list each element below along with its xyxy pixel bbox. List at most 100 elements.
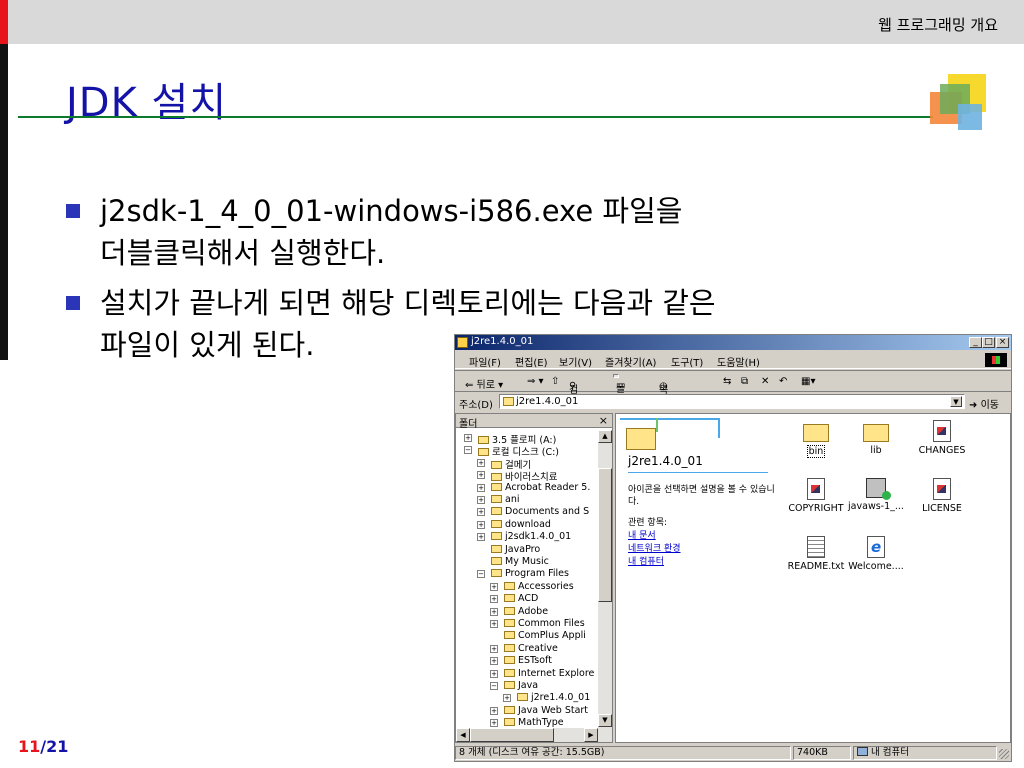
forward-button[interactable]: ⇒ ▾ <box>527 376 544 387</box>
menu-favorites[interactable]: 즐겨찾기(A) <box>605 354 656 369</box>
scroll-up-icon[interactable]: ▲ <box>598 430 612 443</box>
file-item[interactable]: lib <box>840 420 912 464</box>
tree-item[interactable]: + MathType <box>490 717 564 728</box>
tree-item-label: Creative <box>518 642 558 654</box>
scroll-left-icon[interactable]: ◀ <box>456 728 470 742</box>
expand-icon[interactable]: + <box>477 483 485 492</box>
menu-view[interactable]: 보기(V) <box>559 354 592 369</box>
collapse-icon[interactable]: − <box>490 682 498 690</box>
back-button[interactable]: ⇐ 뒤로 ▾ <box>465 376 503 391</box>
collapse-icon[interactable]: − <box>477 570 485 579</box>
web-view-divider <box>628 472 768 473</box>
close-button[interactable]: × <box>996 337 1009 348</box>
expand-icon[interactable]: + <box>477 496 485 504</box>
file-item-label: bin <box>806 445 826 458</box>
views-button[interactable]: ▦▾ <box>801 376 815 387</box>
up-button[interactable]: ⇧ <box>551 376 559 387</box>
menu-tools[interactable]: 도구(T) <box>671 354 703 369</box>
scroll-right-icon[interactable]: ▶ <box>584 728 598 742</box>
expand-icon[interactable]: + <box>490 706 498 715</box>
go-button[interactable]: ➜ 이동 <box>969 396 999 411</box>
tree-item[interactable]: + download <box>477 519 551 531</box>
tree-item-label: Java Web Start <box>518 704 589 716</box>
web-view-title: j2re1.4.0_01 <box>628 454 703 468</box>
page-current: 11 <box>18 737 41 756</box>
window-titlebar[interactable]: j2re1.4.0_01 _ □ × <box>455 335 1011 350</box>
tree-item[interactable]: + 걸메기 <box>477 457 531 471</box>
header-title: 웹 프로그래밍 개요 <box>878 16 998 34</box>
expand-icon[interactable]: + <box>464 434 472 442</box>
expand-icon[interactable]: + <box>490 595 498 604</box>
tree-item-label: Program Files <box>505 568 569 580</box>
folders-button[interactable]: ▭ 폴더 <box>613 374 625 410</box>
tree-item[interactable]: + Common Files <box>490 618 585 630</box>
tree-item[interactable]: + 바이러스치료 <box>477 469 557 483</box>
folder-icon <box>504 705 515 714</box>
file-item[interactable]: LICENSE <box>906 478 978 522</box>
maximize-button[interactable]: □ <box>982 337 995 348</box>
expand-icon[interactable]: + <box>477 458 485 467</box>
expand-icon[interactable]: + <box>490 582 498 591</box>
tree-item[interactable]: + Adobe <box>490 606 548 618</box>
tree-item[interactable]: + j2re1.4.0_01 <box>503 692 590 704</box>
tree-item[interactable]: + Internet Explore <box>490 667 595 680</box>
expand-icon[interactable]: + <box>503 694 511 703</box>
move-to-icon[interactable]: ⇆ <box>723 376 731 387</box>
tree-item[interactable]: + Acrobat Reader 5. <box>477 482 590 494</box>
folder-icon <box>491 507 502 516</box>
tree-item[interactable]: + Java Web Start <box>490 704 589 717</box>
vertical-scrollbar[interactable]: ▲ ▼ <box>598 430 612 728</box>
tree-item[interactable]: + Documents and S <box>477 506 589 518</box>
menu-help[interactable]: 도움말(H) <box>717 354 760 369</box>
expand-icon[interactable]: + <box>477 471 485 480</box>
status-zone-label: 내 컴퓨터 <box>871 747 909 758</box>
tree-item[interactable]: − Program Files <box>477 568 569 580</box>
scroll-thumb-horizontal[interactable] <box>470 728 554 742</box>
expand-icon[interactable]: + <box>490 620 498 628</box>
expand-icon[interactable]: + <box>490 644 498 653</box>
tree-item[interactable]: − 로컬 디스크 (C:) <box>464 444 559 458</box>
file-item[interactable]: javaws-1_... <box>840 478 912 522</box>
expand-icon[interactable]: + <box>490 719 498 728</box>
scroll-thumb[interactable] <box>598 468 612 602</box>
scroll-down-icon[interactable]: ▼ <box>598 714 612 727</box>
expand-icon[interactable]: + <box>477 508 485 517</box>
minimize-button[interactable]: _ <box>969 337 982 348</box>
file-item[interactable]: CHANGES <box>906 420 978 464</box>
chevron-down-icon[interactable]: ▼ <box>950 396 962 407</box>
menu-file[interactable]: 파일(F) <box>469 354 501 369</box>
close-icon[interactable]: × <box>599 414 608 427</box>
collapse-icon[interactable]: − <box>464 446 472 455</box>
tree-item[interactable]: My Music <box>491 556 549 568</box>
resize-grip-icon[interactable] <box>999 749 1009 759</box>
slide-title: JDK 설치 <box>66 80 228 126</box>
link-my-documents[interactable]: 내 문서 <box>628 528 656 541</box>
tree-item[interactable]: + j2sdk1.4.0_01 <box>477 531 571 543</box>
file-item[interactable]: Welcome.... <box>840 536 912 580</box>
web-view-description: 아이콘을 선택하면 설명을 볼 수 있습니다. <box>628 485 775 507</box>
horizontal-scrollbar[interactable]: ◀ ▶ <box>456 728 612 742</box>
bullet-text-2-line-1: 설치가 끝나게 되면 해당 디렉토리에는 다음과 같은 <box>100 286 716 320</box>
link-network-places[interactable]: 네트워크 환경 <box>628 541 681 554</box>
expand-icon[interactable]: + <box>490 669 498 678</box>
delete-icon[interactable]: ✕ <box>761 376 769 387</box>
tree-item[interactable]: + Accessories <box>490 581 574 593</box>
copy-to-icon[interactable]: ⧉ <box>741 376 748 387</box>
tree-item[interactable]: ComPlus Appli <box>504 630 586 642</box>
tree-item[interactable]: − Java <box>490 680 538 692</box>
expand-icon[interactable]: + <box>490 657 498 666</box>
undo-icon[interactable]: ↶ <box>779 376 787 387</box>
expand-icon[interactable]: + <box>490 607 498 616</box>
tree-item[interactable]: + ESTsoft <box>490 655 552 667</box>
expand-icon[interactable]: + <box>477 533 485 542</box>
link-my-computer[interactable]: 내 컴퓨터 <box>628 554 664 567</box>
tree-item[interactable]: JavaPro <box>491 544 540 556</box>
tree-item[interactable]: + ACD <box>490 593 538 605</box>
tree-item[interactable]: + ani <box>477 494 519 506</box>
tree-item[interactable]: + Creative <box>490 642 558 655</box>
address-input[interactable]: j2re1.4.0_01 ▼ <box>499 394 965 409</box>
expand-icon[interactable]: + <box>477 520 485 529</box>
tree-item[interactable]: +3.5 플로피 (A:) <box>464 432 556 446</box>
tree-item-label: Internet Explore <box>518 667 595 679</box>
menu-edit[interactable]: 편집(E) <box>515 354 548 369</box>
